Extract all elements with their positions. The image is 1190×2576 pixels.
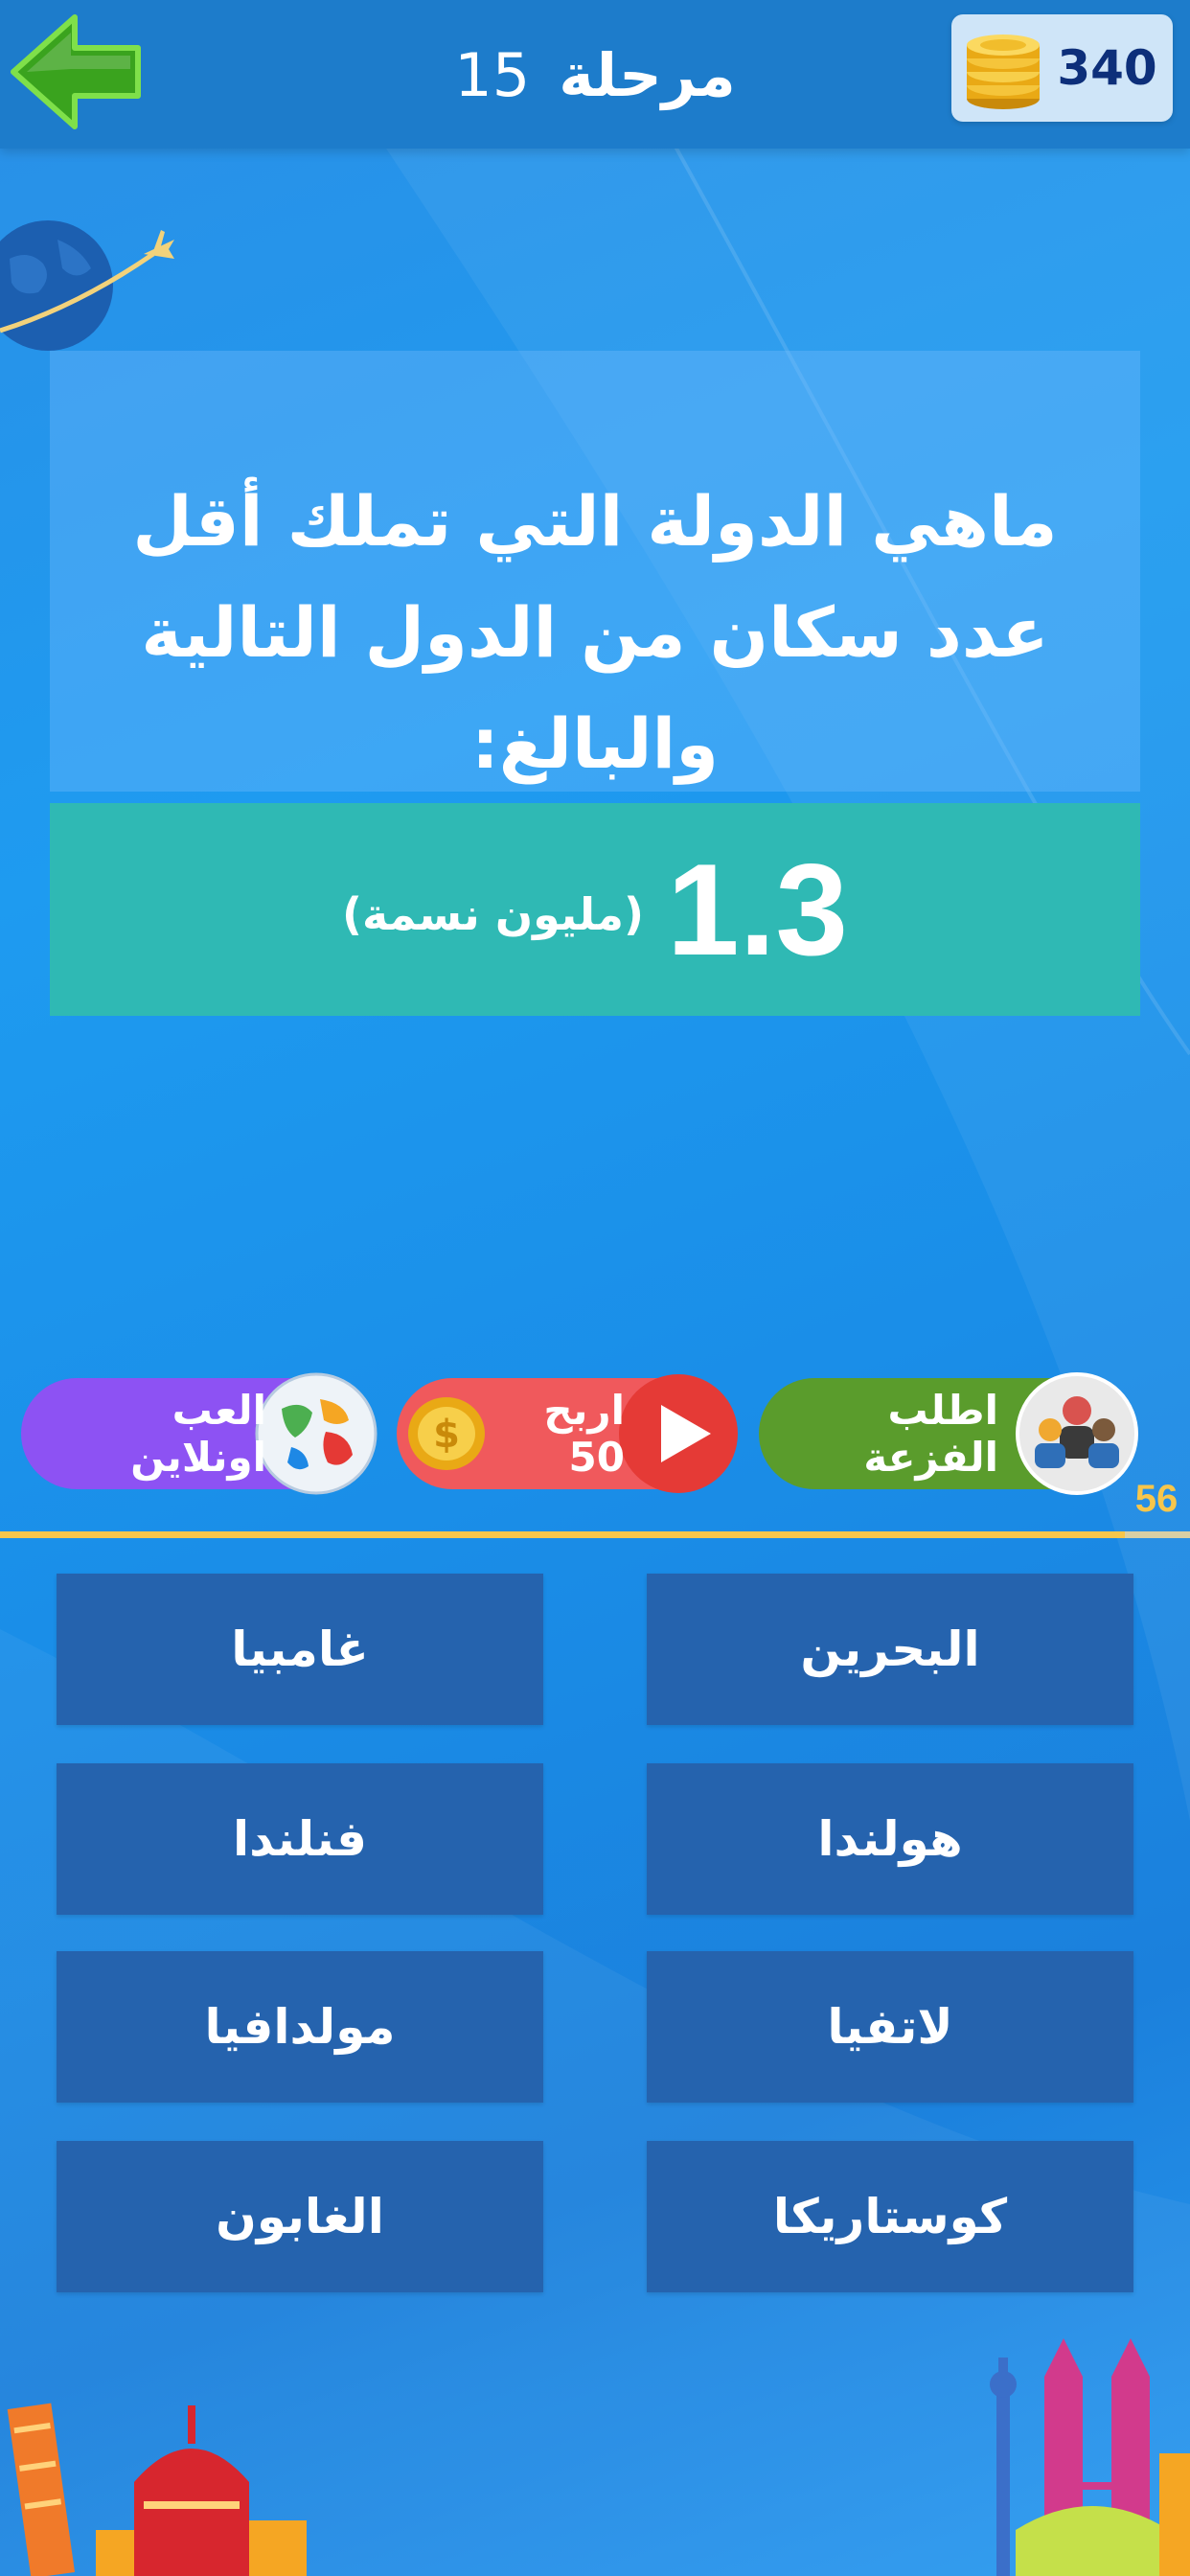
back-arrow-icon (11, 14, 141, 129)
answer-button[interactable]: البحرين (647, 1574, 1133, 1725)
top-bar: مرحلة 15 340 (0, 0, 1190, 149)
timer-bar-fill (0, 1531, 1125, 1538)
play-online-label: العب اونلاين (130, 1387, 266, 1481)
earn-coins-label: اربح 50 (543, 1387, 625, 1481)
landmarks-decoration-right (990, 2338, 1190, 2576)
ask-help-button[interactable]: اطلب الفزعة (759, 1372, 1138, 1495)
coins-count: 340 (1057, 40, 1157, 96)
play-online-button[interactable]: العب اونلاين (21, 1372, 378, 1495)
answer-button[interactable]: كوستاريكا (647, 2141, 1133, 2292)
answer-button[interactable]: فنلندا (57, 1763, 543, 1915)
back-button[interactable] (8, 12, 144, 132)
answer-button[interactable]: هولندا (647, 1763, 1133, 1915)
question-card: ماهي الدولة التي تملك أقل عدد سكان من ال… (50, 351, 1140, 792)
answer-button[interactable]: لاتفيا (647, 1951, 1133, 2103)
level-title: مرحلة 15 (403, 27, 787, 123)
svg-text:$: $ (433, 1413, 460, 1457)
world-globe-icon (255, 1372, 378, 1495)
hint-card: 1.3 (مليون نسمة) (50, 803, 1140, 1016)
ask-help-label: اطلب الفزعة (863, 1387, 998, 1481)
level-number: 15 (454, 39, 531, 110)
play-video-icon (619, 1374, 738, 1493)
hint-unit: (مليون نسمة) (341, 888, 644, 940)
hint-value: 1.3 (666, 837, 849, 982)
coins-counter[interactable]: 340 (951, 14, 1173, 122)
answer-button[interactable]: غامبيا (57, 1574, 543, 1725)
answer-button[interactable]: مولدافيا (57, 1951, 543, 2103)
timer-bar (0, 1531, 1190, 1538)
earn-coins-button[interactable]: اربح 50 $ (397, 1374, 738, 1493)
question-text: ماهي الدولة التي تملك أقل عدد سكان من ال… (132, 481, 1058, 784)
coin-stack-icon (967, 34, 1040, 109)
level-label: مرحلة (559, 39, 736, 110)
answer-button[interactable]: الغابون (57, 2141, 543, 2292)
coin-icon: $ (408, 1397, 485, 1470)
people-group-icon (1016, 1372, 1138, 1495)
landmarks-decoration-left (7, 2403, 307, 2576)
timer-seconds: 56 (1134, 1477, 1179, 1520)
